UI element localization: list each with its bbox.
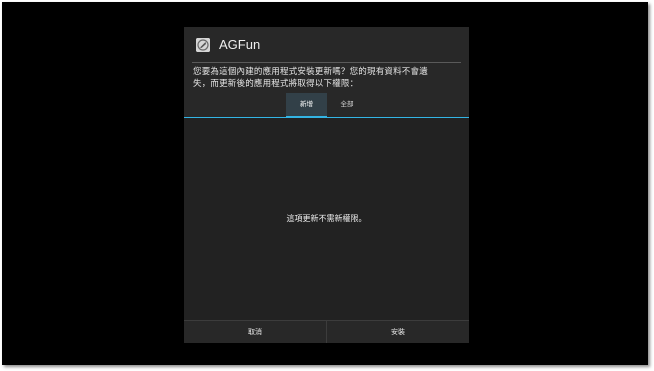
- dialog-title: AGFun: [219, 37, 261, 52]
- dialog-title-bar: AGFun: [184, 27, 469, 63]
- screen-frame: AGFun 您要為這個內建的應用程式安裝更新嗎？您的現有資料不會遺 失，而更新後…: [2, 2, 648, 365]
- dialog-message-line-1: 您要為這個內建的應用程式安裝更新嗎？您的現有資料不會遺: [193, 67, 428, 77]
- dialog-button-bar: 取消 安裝: [184, 320, 469, 343]
- agfun-app-icon: [196, 38, 210, 52]
- install-update-dialog: AGFun 您要為這個內建的應用程式安裝更新嗎？您的現有資料不會遺 失，而更新後…: [184, 27, 469, 343]
- dialog-message-line-2: 失，而更新後的應用程式將取得以下權限：: [193, 78, 359, 89]
- tab-all[interactable]: 全部: [330, 93, 364, 116]
- tab-new[interactable]: 新增: [286, 93, 327, 118]
- permissions-content: 這項更新不需新權限。: [184, 118, 469, 320]
- install-button[interactable]: 安裝: [327, 321, 469, 343]
- dialog-message: 您要為這個內建的應用程式安裝更新嗎？您的現有資料不會遺 失，而更新後的應用程式將…: [193, 67, 463, 90]
- no-new-permissions-message: 這項更新不需新權限。: [286, 214, 367, 223]
- cancel-button[interactable]: 取消: [184, 321, 326, 343]
- permission-tabs: 新增 全部: [184, 93, 469, 118]
- title-divider: [192, 62, 461, 63]
